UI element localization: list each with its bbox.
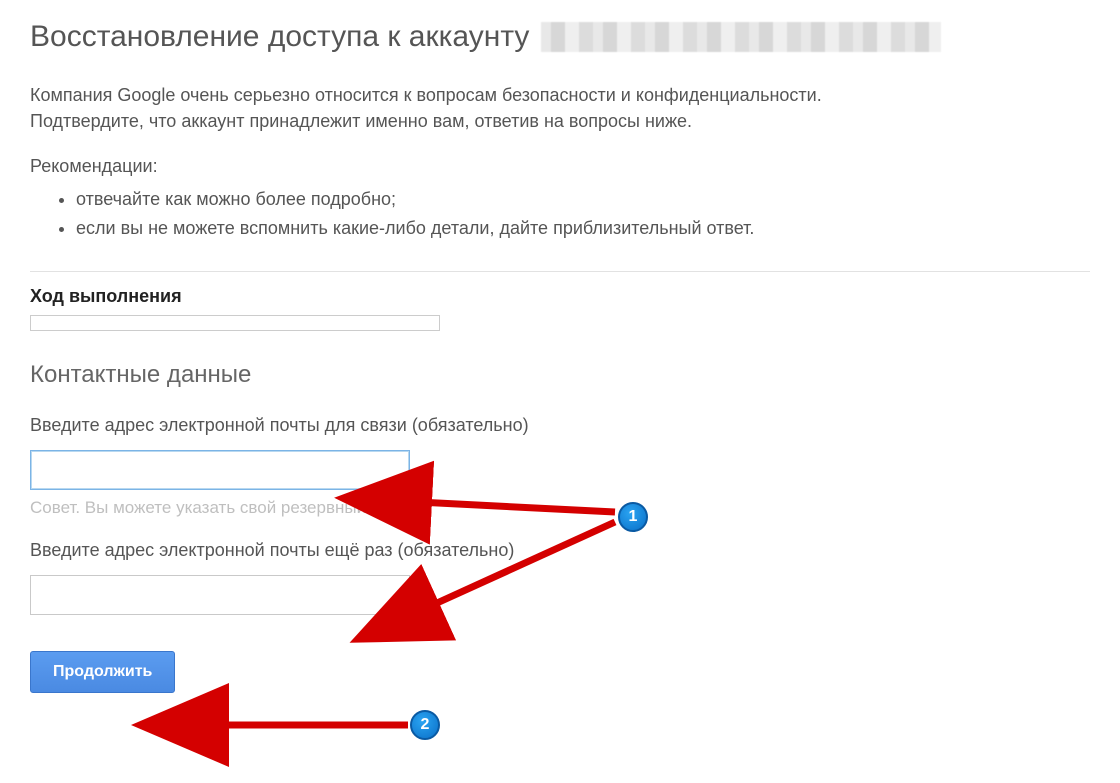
- recommendations-list: отвечайте как можно более подробно; если…: [30, 185, 1090, 243]
- annotation-badge-1: 1: [618, 502, 648, 532]
- recommendation-item: если вы не можете вспомнить какие-либо д…: [76, 214, 1090, 243]
- email-confirm-field-label: Введите адрес электронной почты ещё раз …: [30, 540, 1090, 561]
- annotation-badge-2: 2: [410, 710, 440, 740]
- email-confirm-input[interactable]: [30, 575, 410, 615]
- page-title: Восстановление доступа к аккаунту: [30, 20, 1090, 54]
- email-hint: Совет. Вы можете указать свой резервный …: [30, 498, 1090, 518]
- page-title-text: Восстановление доступа к аккаунту: [30, 20, 529, 54]
- recommendations-label: Рекомендации:: [30, 156, 1090, 177]
- recommendation-item: отвечайте как можно более подробно;: [76, 185, 1090, 214]
- intro-paragraph: Компания Google очень серьезно относится…: [30, 82, 930, 134]
- progress-label: Ход выполнения: [30, 286, 1090, 307]
- redacted-account-name: [541, 22, 941, 52]
- continue-button[interactable]: Продолжить: [30, 651, 175, 693]
- contact-section-heading: Контактные данные: [30, 361, 1090, 389]
- email-field-label: Введите адрес электронной почты для связ…: [30, 415, 1090, 436]
- divider: [30, 271, 1090, 272]
- progress-bar: [30, 315, 440, 331]
- email-input[interactable]: [30, 450, 410, 490]
